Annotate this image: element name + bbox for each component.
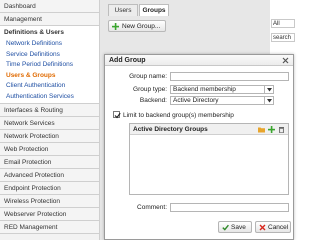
nav-web-protection[interactable]: Web Protection <box>0 143 99 156</box>
group-type-label: Group type: <box>133 86 167 93</box>
folder-icon[interactable] <box>258 126 265 133</box>
save-label: Save <box>231 224 246 231</box>
subnav-service-definitions[interactable]: Service Definitions <box>0 50 99 61</box>
comment-label: Comment: <box>137 204 167 211</box>
nav-endpoint-protection[interactable]: Endpoint Protection <box>0 182 99 195</box>
nav-definitions-users[interactable]: Definitions & Users <box>0 26 99 39</box>
tab-groups[interactable]: Groups <box>139 4 169 16</box>
new-group-button[interactable]: New Group... <box>108 20 166 32</box>
subnav-client-authentication[interactable]: Client Authentication <box>0 81 99 92</box>
comment-field[interactable] <box>170 203 289 212</box>
nav-network-services[interactable]: Network Services <box>0 117 99 130</box>
cancel-icon <box>259 224 266 231</box>
filter-select[interactable]: All <box>271 19 295 28</box>
plus-icon <box>112 23 119 30</box>
backend-select[interactable]: Active Directory <box>170 96 274 105</box>
subnav-authentication-services[interactable]: Authentication Services <box>0 92 99 103</box>
nav-red-management[interactable]: RED Management <box>0 221 99 234</box>
tab-users[interactable]: Users <box>108 4 138 16</box>
save-button[interactable]: Save <box>218 221 252 233</box>
group-name-label: Group name: <box>129 73 167 80</box>
trash-icon[interactable] <box>278 126 285 134</box>
search-input[interactable]: search <box>271 33 295 42</box>
chevron-down-icon <box>264 97 273 104</box>
nav-interfaces-routing[interactable]: Interfaces & Routing <box>0 104 99 117</box>
nav-webserver-protection[interactable]: Webserver Protection <box>0 208 99 221</box>
subnav-time-period-definitions[interactable]: Time Period Definitions <box>0 60 99 71</box>
check-icon <box>222 224 229 231</box>
nav-dashboard[interactable]: Dashboard <box>0 0 99 13</box>
subnav-users-groups[interactable]: Users & Groups <box>0 71 99 82</box>
cancel-button[interactable]: Cancel <box>255 221 291 233</box>
subnav-network-definitions[interactable]: Network Definitions <box>0 39 99 50</box>
dialog-title: Add Group <box>105 55 293 66</box>
limit-membership-label: Limit to backend group(s) membership <box>123 112 234 119</box>
limit-membership-row: Limit to backend group(s) membership <box>113 111 234 119</box>
limit-membership-checkbox[interactable] <box>113 111 121 119</box>
nav-email-protection[interactable]: Email Protection <box>0 156 99 169</box>
group-type-value: Backend membership <box>173 86 236 93</box>
definitions-subnav: Network Definitions Service Definitions … <box>0 39 99 104</box>
new-group-label: New Group... <box>122 23 161 30</box>
nav-wireless-protection[interactable]: Wireless Protection <box>0 195 99 208</box>
chevron-down-icon <box>264 86 273 93</box>
backend-label: Backend: <box>139 97 167 104</box>
ad-groups-actions <box>258 126 285 134</box>
plus-icon[interactable] <box>268 126 275 133</box>
sidebar: Dashboard Management Definitions & Users… <box>0 0 100 240</box>
nav-management[interactable]: Management <box>0 13 99 26</box>
nav-advanced-protection[interactable]: Advanced Protection <box>0 169 99 182</box>
nav-network-protection[interactable]: Network Protection <box>0 130 99 143</box>
group-type-select[interactable]: Backend membership <box>170 85 274 94</box>
cancel-label: Cancel <box>268 224 289 231</box>
ad-groups-panel: Active Directory Groups <box>129 123 289 195</box>
add-group-dialog: Add Group Group name: Group type: Backen… <box>104 54 294 240</box>
close-icon[interactable] <box>282 57 289 64</box>
backend-value: Active Directory <box>173 97 219 104</box>
group-name-field[interactable] <box>170 72 289 81</box>
